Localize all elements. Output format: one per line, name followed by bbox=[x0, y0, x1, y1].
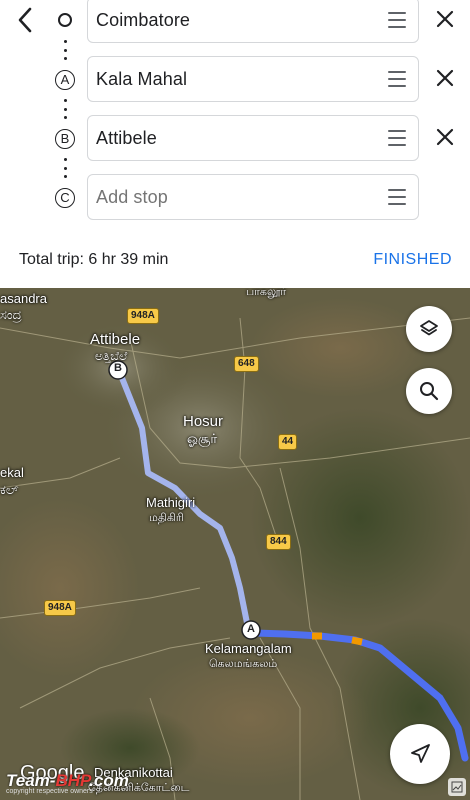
connector-dots bbox=[63, 99, 67, 119]
place-label-hosur: Hosur bbox=[183, 413, 224, 430]
place-label-kelamangalam-ta: கெலமங்கலம் bbox=[209, 658, 278, 670]
origin-circle-icon bbox=[58, 13, 72, 27]
stop-a-value: Kala Mahal bbox=[96, 68, 188, 89]
road-shield-44: 44 bbox=[278, 434, 298, 450]
road-shield-648: 648 bbox=[234, 356, 259, 372]
stop-c-letter: C bbox=[55, 188, 75, 208]
total-trip-text: Total trip: 6 hr 39 min bbox=[19, 251, 169, 268]
search-icon bbox=[420, 382, 439, 401]
place-label-attibele: Attibele bbox=[90, 331, 141, 348]
drag-handle-icon[interactable] bbox=[388, 130, 406, 146]
close-icon bbox=[436, 10, 454, 28]
route-marker-b[interactable]: B bbox=[114, 362, 122, 374]
stop-row-c: C Add stop bbox=[0, 174, 470, 226]
route-marker-a[interactable]: A bbox=[247, 623, 255, 635]
directions-panel: Coimbatore A Kala Mahal B Attibele C Add… bbox=[0, 0, 470, 288]
start-navigation-button[interactable] bbox=[390, 724, 450, 784]
traffic-segment bbox=[351, 636, 363, 646]
close-icon bbox=[436, 128, 454, 146]
place-label-kelamangalam: Kelamangalam bbox=[205, 641, 292, 656]
trip-summary-bar: Total trip: 6 hr 39 min FINISHED bbox=[0, 244, 470, 276]
remove-stop-b-button[interactable] bbox=[432, 124, 458, 150]
stop-a-marker: A bbox=[54, 69, 76, 91]
add-stop-field[interactable]: Add stop bbox=[87, 174, 419, 220]
stop-row-a: A Kala Mahal bbox=[0, 56, 470, 108]
remove-origin-button[interactable] bbox=[432, 6, 458, 32]
road-shield-948a: 948A bbox=[44, 600, 76, 616]
place-label-asandra: asandra bbox=[0, 291, 47, 306]
drag-handle-icon[interactable] bbox=[388, 71, 406, 87]
place-label-ekal: ekal bbox=[0, 465, 24, 480]
drag-handle-icon[interactable] bbox=[388, 189, 406, 205]
stop-b-value: Attibele bbox=[96, 127, 157, 148]
finished-button[interactable]: FINISHED bbox=[373, 251, 452, 269]
origin-field[interactable]: Coimbatore bbox=[87, 0, 419, 43]
drag-handle-icon[interactable] bbox=[388, 12, 406, 28]
add-stop-placeholder: Add stop bbox=[96, 186, 168, 207]
road-shield-844: 844 bbox=[266, 534, 291, 550]
stop-row-b: B Attibele bbox=[0, 115, 470, 167]
image-badge-icon bbox=[448, 778, 466, 796]
connector-dots bbox=[63, 158, 67, 178]
map-view[interactable]: B A asandra ಸಂದ್ರ பாகலூர் Attibele ಅತ್ತಿ… bbox=[0, 288, 470, 800]
remove-stop-a-button[interactable] bbox=[432, 65, 458, 91]
place-label-ekal-kn: ಕಲ್ bbox=[0, 482, 19, 497]
place-label-top-tamil: பாகலூர் bbox=[246, 288, 287, 298]
stop-b-letter: B bbox=[55, 129, 75, 149]
place-label-hosur-ta: ஓசூர் bbox=[187, 431, 218, 446]
place-label-mathigiri-ta: மதிகிரி bbox=[149, 512, 184, 524]
stop-a-letter: A bbox=[55, 70, 75, 90]
road-shield-948a: 948A bbox=[127, 308, 159, 324]
connector-dots bbox=[63, 40, 67, 60]
watermark-tail: .com bbox=[89, 771, 129, 790]
close-icon bbox=[436, 69, 454, 87]
place-label-attibele-kn: ಅತ್ತಿಬೆಲೆ bbox=[95, 349, 128, 363]
stop-row-origin: Coimbatore bbox=[0, 0, 470, 50]
stop-a-field[interactable]: Kala Mahal bbox=[87, 56, 419, 102]
place-label-asandra-kn: ಸಂದ್ರ bbox=[0, 307, 22, 322]
stop-b-marker: B bbox=[54, 128, 76, 150]
search-along-route-button[interactable] bbox=[406, 368, 452, 414]
origin-value: Coimbatore bbox=[96, 9, 191, 30]
stop-b-field[interactable]: Attibele bbox=[87, 115, 419, 161]
layers-icon bbox=[420, 320, 438, 336]
copyright-text: copyright respective owners bbox=[6, 788, 93, 795]
origin-marker bbox=[54, 9, 76, 31]
stop-c-marker: C bbox=[54, 187, 76, 209]
navigation-arrow-icon bbox=[411, 744, 430, 763]
place-label-mathigiri: Mathigiri bbox=[146, 495, 196, 510]
layers-button[interactable] bbox=[406, 306, 452, 352]
